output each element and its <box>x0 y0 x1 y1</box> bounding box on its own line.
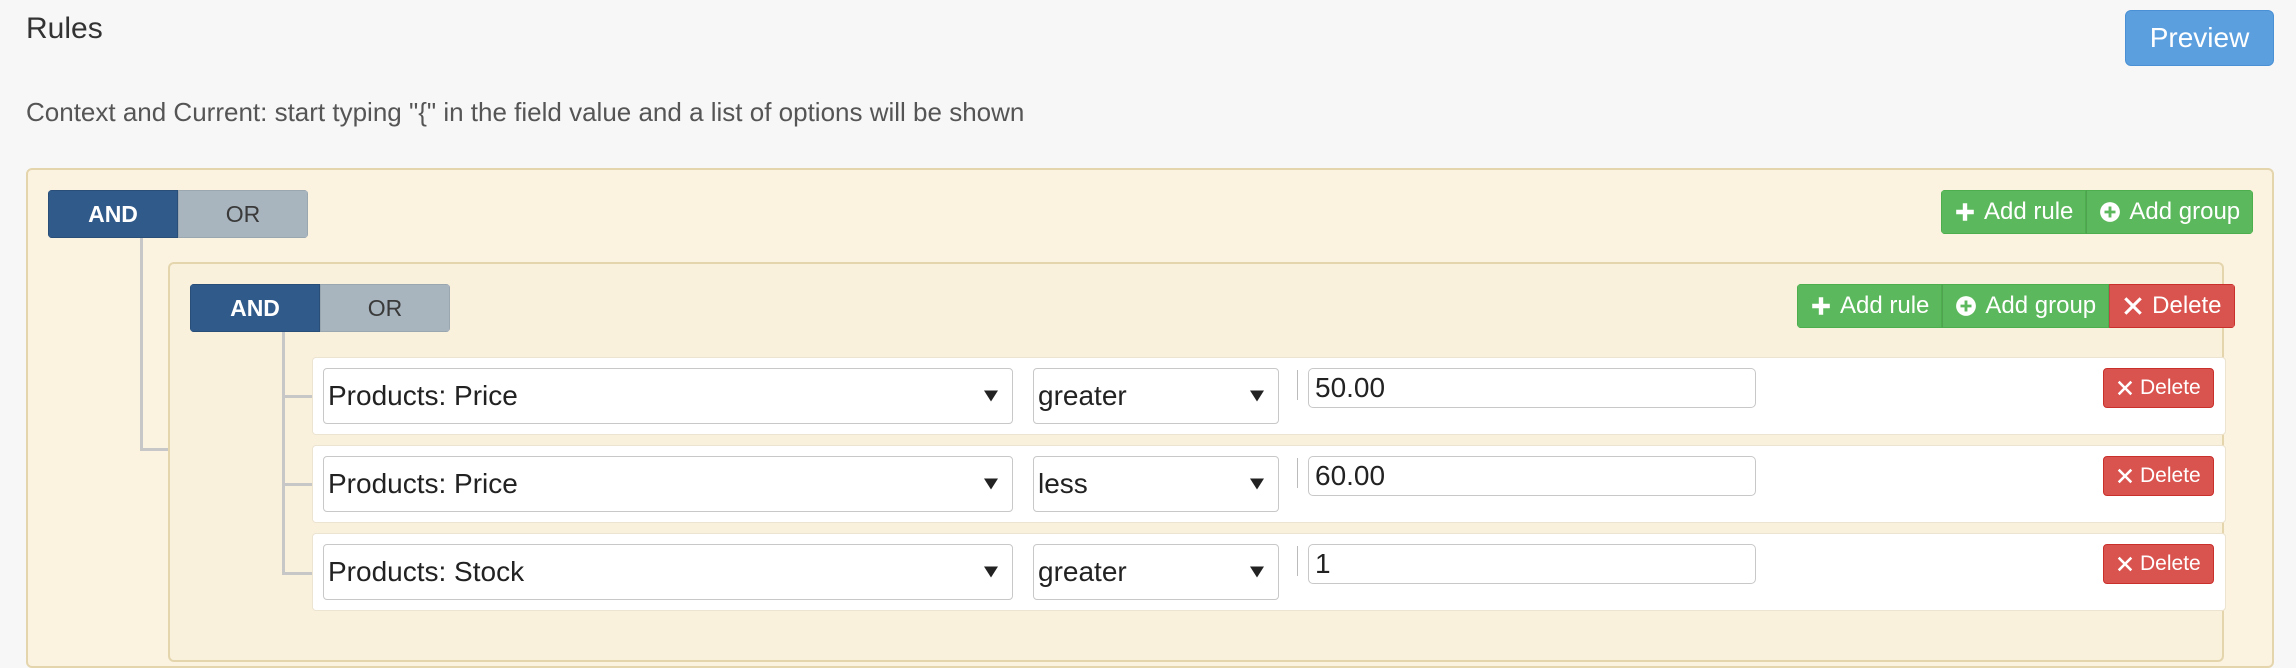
rule-value-input[interactable] <box>1308 368 1756 408</box>
plus-circle-icon <box>1956 296 1977 316</box>
inner-delete-group-button[interactable]: Delete <box>2109 284 2235 328</box>
x-icon <box>2124 297 2142 315</box>
rule-row: Products: Stock greater Delete <box>312 533 2226 611</box>
inner-condition-toggle: AND OR <box>190 284 450 332</box>
context-hint: Context and Current: start typing "{" in… <box>26 97 1025 127</box>
rule-delete-button[interactable]: Delete <box>2103 368 2214 408</box>
outer-add-rule-button[interactable]: Add rule <box>1941 190 2087 234</box>
inner-add-group-label: Add group <box>1985 292 2097 319</box>
inner-add-rule-button[interactable]: Add rule <box>1797 284 1943 328</box>
x-icon <box>2117 380 2133 396</box>
rule-operator-select[interactable]: greater <box>1033 544 1279 600</box>
rule-operator-value: greater <box>1038 556 1127 587</box>
outer-and-button[interactable]: AND <box>48 190 178 238</box>
inner-tree-line-rule-1 <box>282 395 314 398</box>
caret-down-icon <box>984 566 998 578</box>
rule-field-select[interactable]: Products: Stock <box>323 544 1013 600</box>
rule-row: Products: Price greater Delete <box>312 357 2226 435</box>
inner-add-group-button[interactable]: Add group <box>1942 284 2110 328</box>
outer-add-group-button[interactable]: Add group <box>2086 190 2254 234</box>
inner-add-rule-label: Add rule <box>1840 292 1930 319</box>
rule-field-value: Products: Price <box>328 380 518 411</box>
rule-divider <box>1297 458 1298 488</box>
rule-operator-select[interactable]: less <box>1033 456 1279 512</box>
rule-value-input[interactable] <box>1308 456 1756 496</box>
caret-down-icon <box>984 390 998 402</box>
inner-and-button[interactable]: AND <box>190 284 320 332</box>
outer-condition-toggle: AND OR <box>48 190 308 238</box>
outer-group-actions: Add rule Add group <box>1941 190 2254 234</box>
rule-row: Products: Price less Delete <box>312 445 2226 523</box>
outer-or-button[interactable]: OR <box>178 190 308 238</box>
plus-icon <box>1812 297 1830 315</box>
plus-circle-icon <box>2100 202 2121 222</box>
caret-down-icon <box>1250 566 1264 578</box>
outer-tree-line-vertical <box>140 238 143 450</box>
inner-group-actions: Add rule Add group Delete <box>1797 284 2235 328</box>
rule-divider <box>1297 546 1298 576</box>
x-icon <box>2117 468 2133 484</box>
outer-tree-line-horizontal <box>140 448 170 451</box>
inner-tree-line-vertical <box>282 332 285 574</box>
rule-operator-select[interactable]: greater <box>1033 368 1279 424</box>
rule-delete-button[interactable]: Delete <box>2103 456 2214 496</box>
rule-field-value: Products: Stock <box>328 556 525 587</box>
rule-delete-label: Delete <box>2140 464 2201 487</box>
caret-down-icon <box>1250 390 1264 402</box>
rule-delete-label: Delete <box>2140 552 2201 575</box>
inner-tree-line-rule-3 <box>282 572 314 575</box>
outer-add-rule-label: Add rule <box>1984 198 2074 225</box>
preview-button[interactable]: Preview <box>2125 10 2274 66</box>
inner-tree-line-rule-2 <box>282 483 314 486</box>
inner-or-button[interactable]: OR <box>320 284 450 332</box>
outer-add-group-label: Add group <box>2129 198 2241 225</box>
plus-icon <box>1956 203 1974 221</box>
rule-field-value: Products: Price <box>328 468 518 499</box>
rule-divider <box>1297 370 1298 400</box>
rule-operator-value: greater <box>1038 380 1127 411</box>
rule-value-input[interactable] <box>1308 544 1756 584</box>
caret-down-icon <box>984 478 998 490</box>
rule-field-select[interactable]: Products: Price <box>323 368 1013 424</box>
inner-delete-group-label: Delete <box>2152 292 2222 319</box>
page-title: Rules <box>26 12 103 45</box>
rule-field-select[interactable]: Products: Price <box>323 456 1013 512</box>
caret-down-icon <box>1250 478 1264 490</box>
rule-operator-value: less <box>1038 468 1088 499</box>
rule-delete-label: Delete <box>2140 376 2201 399</box>
x-icon <box>2117 556 2133 572</box>
rule-delete-button[interactable]: Delete <box>2103 544 2214 584</box>
